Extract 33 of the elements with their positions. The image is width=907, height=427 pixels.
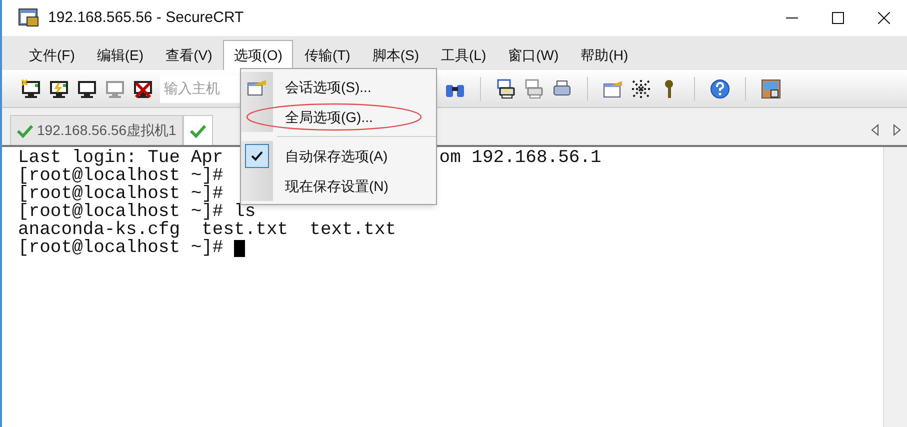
menu-item[interactable]: 选项(O) bbox=[223, 40, 294, 70]
terminal-line: anaconda-ks.cfg test.txt text.txt bbox=[18, 221, 396, 239]
app-icon bbox=[18, 8, 40, 28]
menu-option[interactable]: 现在保存设置(N) bbox=[241, 171, 436, 201]
terminal-line: [root@localhost ~]# bbox=[18, 167, 224, 185]
help-icon[interactable] bbox=[709, 78, 731, 100]
pattern-icon[interactable] bbox=[630, 78, 652, 100]
scroll-right-icon[interactable] bbox=[893, 124, 901, 136]
terminal-line: [root@localhost ~]# ls bbox=[18, 203, 256, 221]
menu-item[interactable]: 传输(T) bbox=[293, 40, 362, 70]
menu-option[interactable]: 全局选项(G)... bbox=[241, 102, 436, 132]
terminal-line: [root@localhost ~]# bbox=[18, 239, 224, 257]
menu-item[interactable]: 窗口(W) bbox=[497, 40, 570, 70]
terminal-line: [root@localhost ~]# bbox=[18, 185, 224, 203]
sparkle-monitor-icon[interactable] bbox=[20, 78, 42, 100]
menu-item[interactable]: 工具(L) bbox=[430, 40, 498, 70]
checkmark-icon bbox=[190, 124, 206, 138]
printer-icon[interactable] bbox=[495, 78, 517, 100]
terminal-line: Last login: Tue Apr bbox=[18, 149, 224, 167]
menu-item[interactable]: 编辑(E) bbox=[86, 40, 155, 70]
window-title: 192.168.565.56 - SecureCRT bbox=[48, 8, 244, 28]
locked-window-icon[interactable] bbox=[760, 78, 782, 100]
maximize-icon bbox=[832, 12, 844, 24]
checkmark-icon bbox=[17, 124, 33, 138]
scroll-left-icon[interactable] bbox=[871, 124, 879, 136]
menu-item[interactable]: 文件(F) bbox=[18, 40, 86, 70]
menu-item[interactable]: 帮助(H) bbox=[570, 40, 640, 70]
terminal-line: om 192.168.56.1 bbox=[439, 149, 602, 167]
menu-item[interactable]: 查看(V) bbox=[154, 40, 224, 70]
close-icon bbox=[878, 12, 890, 24]
session-tab[interactable] bbox=[183, 115, 214, 145]
menu-item[interactable]: 脚本(S) bbox=[361, 40, 430, 70]
session-tab[interactable]: 192.168.56.56虚拟机1 bbox=[10, 115, 184, 145]
